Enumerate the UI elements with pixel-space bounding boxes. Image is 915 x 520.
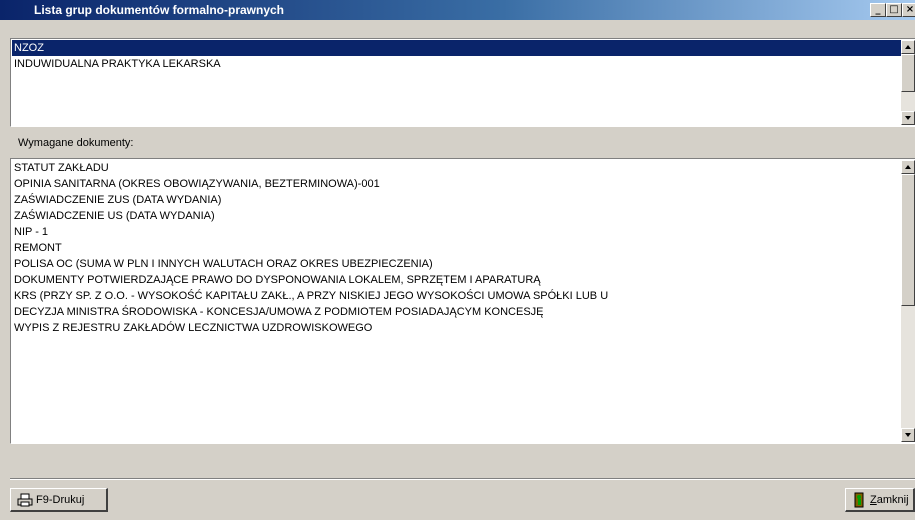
document-list-item[interactable]: OPINIA SANITARNA (OKRES OBOWIĄZYWANIA, B…: [12, 176, 901, 192]
arrow-down-icon: [905, 116, 911, 120]
document-list-item[interactable]: REMONT: [12, 240, 901, 256]
group-list-item[interactable]: INDUWIDUALNA PRAKTYKA LEKARSKA: [12, 56, 901, 72]
arrow-down-icon: [905, 433, 911, 437]
document-list-item[interactable]: NIP - 1: [12, 224, 901, 240]
scroll-up-button[interactable]: [901, 40, 915, 54]
minimize-button[interactable]: _: [870, 3, 886, 17]
exit-person-icon: [854, 492, 864, 507]
document-list-item[interactable]: POLISA OC (SUMA W PLN I INNYCH WALUTACH …: [12, 256, 901, 272]
window-title: Lista grup dokumentów formalno-prawnych: [34, 3, 285, 17]
arrow-up-icon: [905, 165, 911, 169]
printer-icon: [17, 493, 33, 506]
document-list-item[interactable]: ZAŚWIADCZENIE US (DATA WYDANIA): [12, 208, 901, 224]
title-bar: Lista grup dokumentów formalno-prawnych …: [0, 0, 915, 20]
maximize-button[interactable]: □: [886, 3, 902, 17]
groups-list[interactable]: NZOZ INDUWIDUALNA PRAKTYKA LEKARSKA: [10, 38, 915, 127]
scroll-thumb[interactable]: [901, 174, 915, 306]
arrow-up-icon: [905, 45, 911, 49]
scroll-thumb[interactable]: [901, 54, 915, 92]
documents-scrollbar[interactable]: [901, 160, 915, 442]
close-window-button[interactable]: ×: [902, 3, 915, 17]
scroll-down-button[interactable]: [901, 428, 915, 442]
document-list-item[interactable]: ZAŚWIADCZENIE ZUS (DATA WYDANIA): [12, 192, 901, 208]
group-list-item[interactable]: NZOZ: [12, 40, 901, 56]
document-list-item[interactable]: DOKUMENTY POTWIERDZAJĄCE PRAWO DO DYSPON…: [12, 272, 901, 288]
groups-list-body: NZOZ INDUWIDUALNA PRAKTYKA LEKARSKA: [12, 40, 901, 125]
document-list-item[interactable]: WYPIS Z REJESTRU ZAKŁADÓW LECZNICTWA UZD…: [12, 320, 901, 336]
groups-scrollbar[interactable]: [901, 40, 915, 125]
footer-divider: [10, 478, 915, 480]
scroll-down-button[interactable]: [901, 111, 915, 125]
scroll-up-button[interactable]: [901, 160, 915, 174]
documents-label: Wymagane dokumenty:: [18, 137, 134, 149]
document-list-item[interactable]: DECYZJA MINISTRA ŚRODOWISKA - KONCESJA/U…: [12, 304, 901, 320]
print-button-label: F9-Drukuj: [36, 493, 85, 506]
documents-list-body: STATUT ZAKŁADU OPINIA SANITARNA (OKRES OB…: [12, 160, 901, 442]
document-list-item[interactable]: KRS (PRZY SP. Z O.O. - WYSOKOŚĆ KAPITAŁU…: [12, 288, 901, 304]
documents-list[interactable]: STATUT ZAKŁADU OPINIA SANITARNA (OKRES OB…: [10, 158, 915, 444]
close-button-label: amknij: [876, 493, 909, 506]
close-button-mnemonic: Z: [870, 493, 877, 506]
document-list-item[interactable]: STATUT ZAKŁADU: [12, 160, 901, 176]
close-button[interactable]: Zamknij: [845, 488, 915, 512]
print-button[interactable]: F9-Drukuj: [10, 488, 108, 512]
